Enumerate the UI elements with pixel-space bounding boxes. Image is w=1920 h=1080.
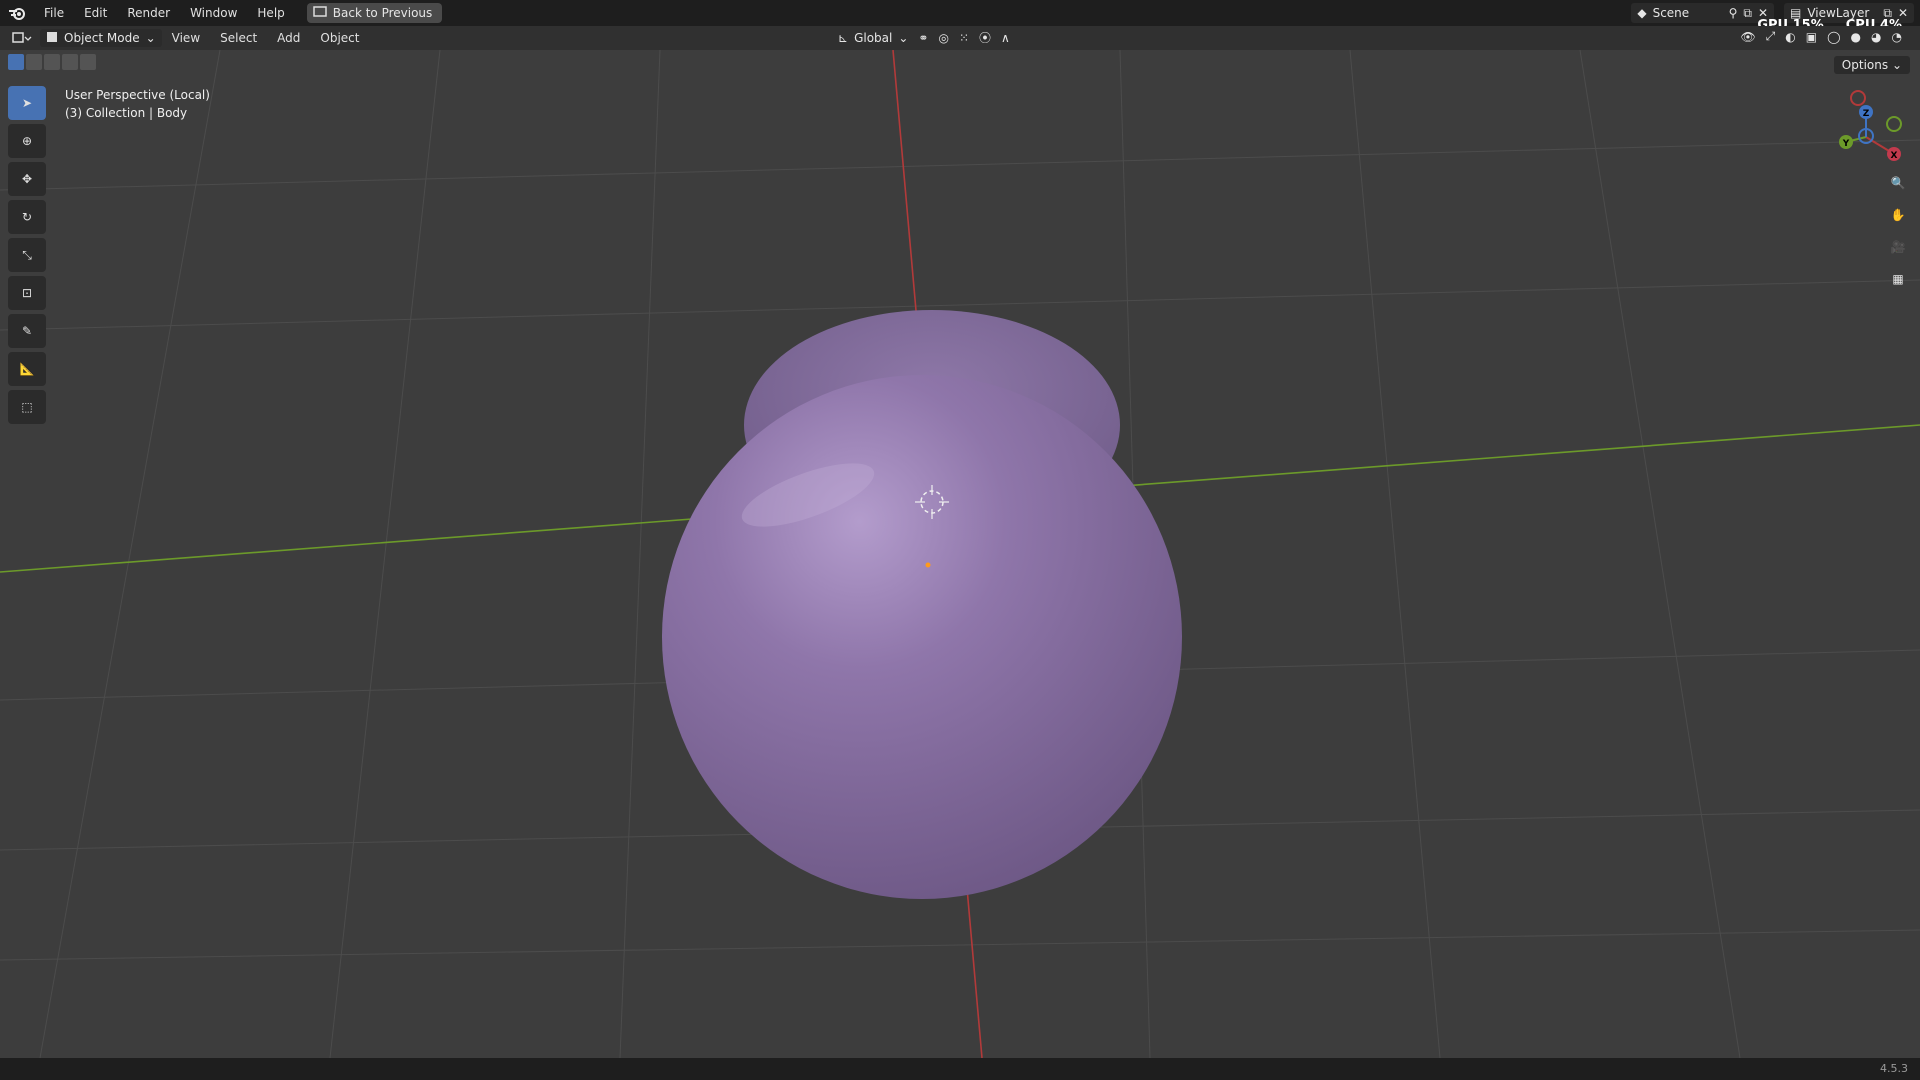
back-to-previous-button[interactable]: Back to Previous <box>306 3 443 23</box>
y-axis-label: Y <box>1842 139 1850 149</box>
mode-label: Object Mode <box>64 31 140 45</box>
snap-target-icon[interactable]: ⁙ <box>959 31 969 45</box>
options-dropdown[interactable]: Options ⌄ <box>1833 56 1910 74</box>
scale-tool[interactable]: ⤡ <box>8 238 46 272</box>
back-to-previous-label: Back to Previous <box>332 6 433 20</box>
menu-render[interactable]: Render <box>117 0 180 26</box>
editor-type-icon[interactable] <box>12 30 32 47</box>
snap-icon[interactable]: ◎ <box>938 31 948 45</box>
blender-logo-icon[interactable] <box>0 0 34 26</box>
navigation-gizmo[interactable]: X Y Z <box>1832 86 1912 176</box>
pencil-icon: ✎ <box>21 324 33 338</box>
mode-dropdown[interactable]: Object Mode ⌄ <box>40 29 162 47</box>
ortho-grid-icon[interactable]: ▦ <box>1884 266 1912 292</box>
zoom-icon[interactable]: 🔍 <box>1884 170 1912 196</box>
status-bar: 4.5.3 <box>0 1058 1920 1080</box>
material-shading-icon[interactable]: ◕ <box>1871 30 1881 44</box>
select-subtract-icon[interactable] <box>44 54 60 70</box>
scene-selector[interactable]: ◆ Scene ⚲ ⧉ ✕ <box>1631 3 1775 23</box>
select-new-icon[interactable] <box>8 54 24 70</box>
object-mode-icon <box>46 31 58 46</box>
rendered-shading-icon[interactable]: ◔ <box>1892 30 1902 44</box>
select-box-tool[interactable]: ➤ <box>8 86 46 120</box>
xray-icon[interactable]: ▣ <box>1806 30 1817 44</box>
body-object[interactable] <box>662 310 1182 899</box>
viewport-header: Object Mode ⌄ View Select Add Object ⊾ G… <box>0 26 1920 50</box>
chevron-down-icon: ⌄ <box>1891 58 1902 72</box>
add-cube-tool[interactable]: ⬚ <box>8 390 46 424</box>
3d-viewport[interactable]: X Y Z <box>0 50 1920 1058</box>
rotate-tool[interactable]: ↻ <box>8 200 46 234</box>
wireframe-shading-icon[interactable]: ◯ <box>1827 30 1840 44</box>
menu-add[interactable]: Add <box>267 25 310 51</box>
viewport-canvas[interactable] <box>0 50 1920 1058</box>
menu-help[interactable]: Help <box>247 0 294 26</box>
cube-add-icon: ⬚ <box>21 400 33 414</box>
neg-y-handle[interactable] <box>1886 116 1902 132</box>
overlay-toggle-icon[interactable]: ◐ <box>1785 30 1795 44</box>
orientation-icon: ⊾ <box>838 30 849 45</box>
orientation-label: Global <box>854 30 893 45</box>
scene-name: Scene <box>1652 6 1690 20</box>
annotate-tool[interactable]: ✎ <box>8 314 46 348</box>
scene-icon: ◆ <box>1637 6 1647 20</box>
object-origin-dot <box>925 562 931 568</box>
top-menu-bar: File Edit Render Window Help Back to Pre… <box>0 0 1920 33</box>
perspective-label: User Perspective (Local) <box>65 88 210 102</box>
new-scene-icon[interactable]: ⧉ <box>1743 6 1752 21</box>
version-label: 4.5.3 <box>1880 1062 1908 1075</box>
cursor-arrow-icon: ➤ <box>21 96 33 110</box>
proportional-edit-icon[interactable]: ⦿ <box>979 29 991 46</box>
cursor-tool[interactable]: ⊕ <box>8 124 46 158</box>
screen-icon <box>313 5 327 21</box>
transform-icon: ⊡ <box>21 286 33 300</box>
menu-edit[interactable]: Edit <box>74 0 117 26</box>
menu-view[interactable]: View <box>162 25 210 51</box>
transform-controls: ⊾ Global ⌄ ⚭ ◎ ⁙ ⦿ ∧ <box>838 29 1010 46</box>
falloff-icon[interactable]: ∧ <box>1001 31 1010 45</box>
pivot-point-icon[interactable]: ⚭ <box>918 31 928 45</box>
transform-orientation-dropdown[interactable]: ⊾ Global ⌄ <box>838 31 908 45</box>
collection-label: (3) Collection | Body <box>65 106 188 120</box>
transform-tool[interactable]: ⊡ <box>8 276 46 310</box>
pan-hand-icon[interactable]: ✋ <box>1884 202 1912 228</box>
measure-tool[interactable]: 📐 <box>8 352 46 386</box>
visibility-icon[interactable]: 👁 <box>1740 30 1755 44</box>
viewport-info: User Perspective (Local) (3) Collection … <box>65 86 210 122</box>
move-arrows-icon: ✥ <box>21 172 33 186</box>
z-axis-label: Z <box>1863 109 1870 119</box>
solid-shading-icon[interactable]: ● <box>1851 30 1861 44</box>
selection-mode-buttons <box>8 54 96 70</box>
chevron-down-icon: ⌄ <box>145 31 156 45</box>
menu-object[interactable]: Object <box>310 25 369 51</box>
select-extend-icon[interactable] <box>26 54 42 70</box>
camera-view-icon[interactable]: 🎥 <box>1884 234 1912 260</box>
x-axis-label: X <box>1891 151 1898 161</box>
menu-file[interactable]: File <box>34 0 74 26</box>
pin-icon[interactable]: ⚲ <box>1729 6 1738 20</box>
select-invert-icon[interactable] <box>62 54 78 70</box>
rotate-icon: ↻ <box>21 210 33 224</box>
neg-x-handle[interactable] <box>1850 90 1866 106</box>
body-lower-sphere[interactable] <box>662 375 1182 899</box>
scale-icon: ⤡ <box>22 247 32 262</box>
navigation-tools: 🔍 ✋ 🎥 ▦ <box>1884 170 1912 292</box>
options-label: Options <box>1841 58 1889 72</box>
gizmo-toggle-icon[interactable]: ⤢ <box>1766 29 1776 44</box>
menu-select[interactable]: Select <box>210 25 267 51</box>
move-tool[interactable]: ✥ <box>8 162 46 196</box>
viewport-shading-controls: 👁 ⤢ ◐ ▣ ◯ ● ◕ ◔ <box>1740 29 1902 44</box>
select-intersect-icon[interactable] <box>80 54 96 70</box>
crosshair-icon: ⊕ <box>21 134 33 148</box>
chevron-down-icon: ⌄ <box>898 30 909 45</box>
ruler-icon: 📐 <box>19 362 35 376</box>
tool-shelf: ➤ ⊕ ✥ ↻ ⤡ ⊡ ✎ 📐 ⬚ <box>8 86 48 424</box>
menu-window[interactable]: Window <box>180 0 247 26</box>
